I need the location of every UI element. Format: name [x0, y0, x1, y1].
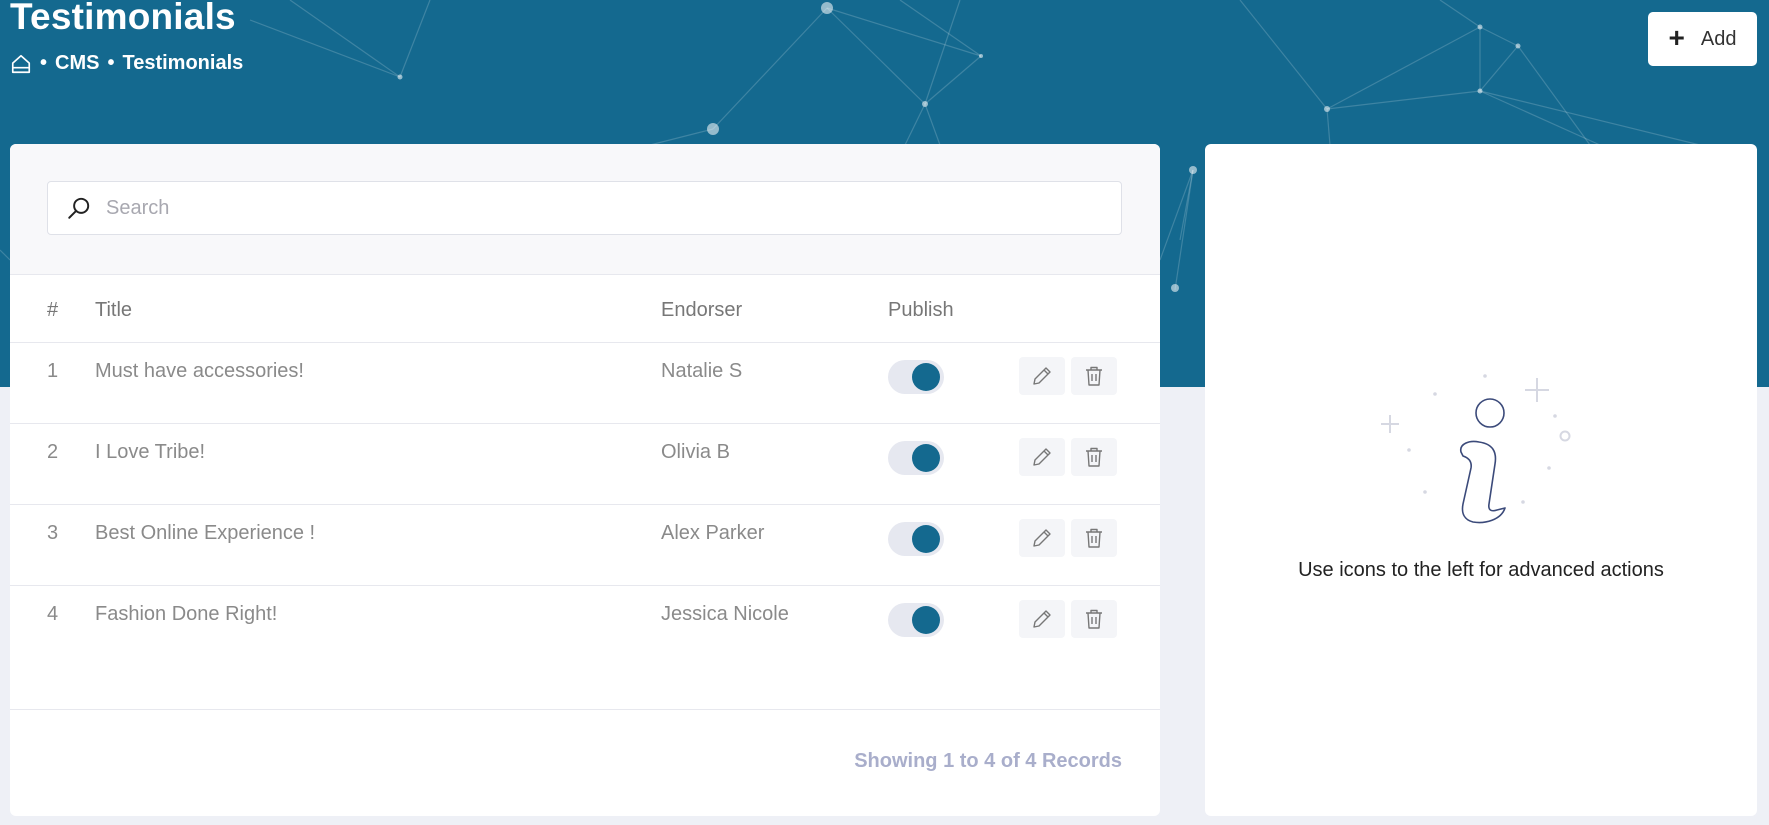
pencil-icon	[1033, 529, 1051, 547]
breadcrumb-cms[interactable]: CMS	[55, 52, 99, 75]
table-row: 4 Fashion Done Right! Jessica Nicole	[10, 586, 1160, 667]
pencil-icon	[1033, 367, 1051, 385]
row-number: 1	[47, 360, 59, 382]
row-endorser: Jessica Nicole	[661, 603, 789, 625]
toggle-knob	[912, 525, 940, 553]
row-number: 3	[47, 522, 59, 544]
add-button[interactable]: + Add	[1648, 12, 1757, 66]
publish-toggle[interactable]	[888, 603, 944, 637]
column-header-title[interactable]: Title	[95, 299, 132, 322]
row-title: Must have accessories!	[95, 360, 304, 382]
pencil-icon	[1033, 448, 1051, 466]
info-message: Use icons to the left for advanced actio…	[1298, 559, 1664, 581]
row-endorser: Natalie S	[661, 360, 743, 382]
search-icon	[68, 197, 90, 219]
delete-button[interactable]	[1071, 357, 1117, 395]
home-icon[interactable]	[10, 53, 32, 75]
search-input[interactable]	[106, 196, 1086, 220]
publish-toggle[interactable]	[888, 441, 944, 475]
breadcrumb-separator: •	[107, 52, 115, 74]
info-icon	[1381, 374, 1571, 524]
column-header-number: #	[47, 299, 59, 321]
column-header-publish[interactable]: Publish	[888, 299, 954, 322]
delete-button[interactable]	[1071, 438, 1117, 476]
publish-toggle[interactable]	[888, 522, 944, 556]
toggle-knob	[912, 606, 940, 634]
delete-button[interactable]	[1071, 600, 1117, 638]
search-box[interactable]	[47, 181, 1122, 235]
add-button-label: Add	[1700, 27, 1737, 50]
row-title: Best Online Experience !	[95, 522, 316, 544]
table-header: # Title Endorser Publish	[10, 275, 1160, 343]
plus-icon: +	[1668, 21, 1685, 53]
records-count: Showing 1 to 4 of 4 Records	[854, 750, 1122, 772]
row-endorser: Olivia B	[661, 441, 730, 463]
row-number: 4	[47, 603, 59, 625]
breadcrumb-separator: •	[40, 52, 48, 74]
breadcrumb-testimonials: Testimonials	[122, 52, 244, 74]
row-number: 2	[47, 441, 59, 463]
toggle-knob	[912, 444, 940, 472]
page-title: Testimonials	[10, 0, 236, 37]
edit-button[interactable]	[1019, 357, 1065, 395]
row-endorser: Alex Parker	[661, 522, 765, 544]
trash-icon	[1086, 528, 1102, 548]
trash-icon	[1086, 447, 1102, 467]
publish-toggle[interactable]	[888, 360, 944, 394]
toggle-knob	[912, 363, 940, 391]
edit-button[interactable]	[1019, 519, 1065, 557]
testimonials-list-card: # Title Endorser Publish 1 Must have acc…	[10, 144, 1160, 816]
column-header-endorser[interactable]: Endorser	[661, 299, 742, 322]
row-title: Fashion Done Right!	[95, 603, 278, 625]
edit-button[interactable]	[1019, 600, 1065, 638]
row-title: I Love Tribe!	[95, 441, 206, 463]
table-footer: Showing 1 to 4 of 4 Records	[10, 709, 1160, 816]
breadcrumb: • CMS • Testimonials	[10, 52, 243, 75]
trash-icon	[1086, 609, 1102, 629]
table-row: 2 I Love Tribe! Olivia B	[10, 424, 1160, 505]
table-row: 1 Must have accessories! Natalie S	[10, 343, 1160, 424]
search-bar-area	[10, 144, 1160, 275]
trash-icon	[1086, 366, 1102, 386]
pencil-icon	[1033, 610, 1051, 628]
delete-button[interactable]	[1071, 519, 1117, 557]
table-row: 3 Best Online Experience ! Alex Parker	[10, 505, 1160, 586]
info-panel: Use icons to the left for advanced actio…	[1205, 144, 1757, 816]
edit-button[interactable]	[1019, 438, 1065, 476]
